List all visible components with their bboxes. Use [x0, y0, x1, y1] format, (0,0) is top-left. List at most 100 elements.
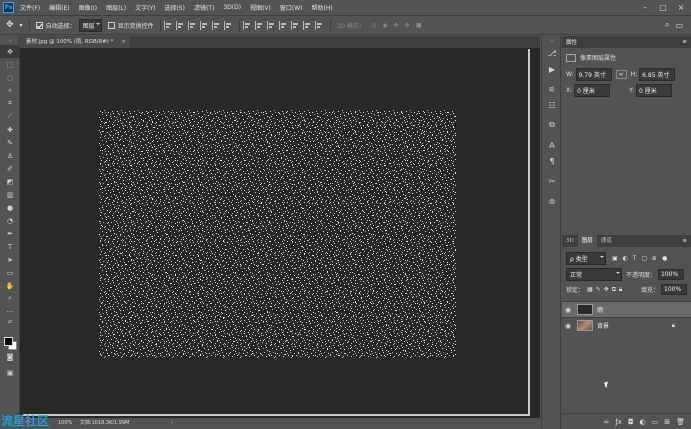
show-transform-checkbox[interactable] — [107, 21, 115, 29]
eye-icon[interactable]: ◉ — [562, 306, 574, 314]
filter-adjustment-icon[interactable]: ◐ — [623, 255, 628, 262]
distribute-left-icon[interactable] — [278, 20, 288, 30]
x-field[interactable]: 0 厘米 — [574, 84, 611, 97]
marquee-tool-icon[interactable]: ⬚ — [0, 58, 20, 71]
align-left-icon[interactable] — [199, 20, 209, 30]
panel-collapse-icon[interactable]: » — [0, 36, 20, 45]
add-mask-icon[interactable]: ◘ — [628, 418, 634, 426]
menu-layer[interactable]: 图层(L) — [106, 3, 126, 12]
link-layers-icon[interactable]: ∞ — [604, 418, 610, 426]
gradient-tool-icon[interactable]: ▥ — [0, 188, 20, 201]
layer-style-icon[interactable]: ƒx — [615, 418, 622, 426]
menu-view[interactable]: 视图(V) — [250, 3, 271, 12]
distribute-right-icon[interactable] — [302, 20, 312, 30]
distribute-vcenter-icon[interactable] — [254, 20, 264, 30]
zoom-level[interactable]: 100% — [58, 420, 72, 426]
clone-stamp-tool-icon[interactable]: ♙ — [0, 149, 20, 162]
brush-settings-icon[interactable]: ☷ — [542, 97, 562, 113]
link-dimensions-icon[interactable]: ∞ — [615, 70, 627, 79]
history-panel-icon[interactable]: ⎇ — [542, 45, 562, 61]
menu-select[interactable]: 选择(S) — [164, 3, 185, 12]
align-right-icon[interactable] — [223, 20, 233, 30]
align-vcenter-icon[interactable] — [175, 20, 185, 30]
distribute-bottom-icon[interactable] — [266, 20, 276, 30]
menu-window[interactable]: 窗口(W) — [280, 3, 303, 12]
adjustments-panel-icon[interactable]: ⚟ — [542, 81, 562, 97]
clone-source-icon[interactable]: ⧉ — [542, 117, 562, 133]
move-tool-icon[interactable]: ✥ — [6, 20, 14, 30]
new-layer-icon[interactable]: ⊞ — [664, 418, 670, 426]
search-icon[interactable]: ⌕ — [665, 20, 669, 30]
tool-presets-icon[interactable]: ✂ — [542, 173, 562, 189]
align-hcenter-icon[interactable] — [211, 20, 221, 30]
panel-menu-icon[interactable]: ≡ — [682, 39, 687, 45]
character-panel-icon[interactable]: A — [542, 137, 562, 153]
layer-kind-filter[interactable]: ρ 类型 — [566, 252, 606, 265]
auto-select-option[interactable]: 自动选择： 图层 — [35, 18, 102, 32]
tab-3d[interactable]: 3D — [562, 235, 578, 247]
show-transform-option[interactable]: 显示变换控件 — [107, 21, 154, 30]
brush-tool-icon[interactable]: ✎ — [0, 136, 20, 149]
filter-shape-icon[interactable]: ▢ — [642, 255, 648, 262]
document-tab[interactable]: 素材.jpg @ 100% (雨, RGB/8#) * × — [20, 36, 130, 48]
actions-panel-icon[interactable]: ▶ — [542, 61, 562, 77]
auto-align-icon[interactable] — [314, 20, 324, 30]
layer-name[interactable]: 雨 — [597, 305, 603, 314]
new-group-icon[interactable]: ▭ — [652, 418, 659, 426]
layer-row-background[interactable]: ◉ 背景 🔒︎ — [562, 317, 691, 333]
eyedropper-tool-icon[interactable]: ⟋ — [0, 110, 20, 123]
menu-edit[interactable]: 编辑(E) — [49, 3, 69, 12]
foreground-color-swatch[interactable] — [4, 337, 13, 346]
lock-position-icon[interactable]: ✥ — [604, 286, 609, 293]
fill-field[interactable]: 100% — [661, 284, 687, 295]
close-tab-icon[interactable]: × — [121, 36, 126, 48]
quick-mask-icon[interactable]: ◙ — [0, 350, 20, 363]
type-tool-icon[interactable]: T — [0, 240, 20, 253]
menu-type[interactable]: 文字(Y) — [135, 3, 155, 12]
auto-select-checkbox[interactable] — [35, 21, 43, 29]
more-tools-icon[interactable]: ··· — [0, 305, 20, 318]
rectangle-tool-icon[interactable]: ▭ — [0, 266, 20, 279]
blur-tool-icon[interactable]: ● — [0, 201, 20, 214]
healing-brush-tool-icon[interactable]: ✚ — [0, 123, 20, 136]
magic-wand-tool-icon[interactable]: ✧ — [0, 84, 20, 97]
history-brush-tool-icon[interactable]: ✐ — [0, 162, 20, 175]
layer-name[interactable]: 背景 — [597, 321, 609, 330]
lock-transparent-icon[interactable]: ▦ — [587, 286, 593, 293]
menu-filter[interactable]: 滤镜(T) — [194, 3, 214, 12]
lock-image-icon[interactable]: ✎ — [596, 286, 601, 293]
panel-menu-icon[interactable]: ≡ — [682, 238, 687, 244]
filter-type-icon[interactable]: T — [633, 255, 637, 262]
y-field[interactable]: 0 厘米 — [636, 84, 673, 97]
filter-pixel-icon[interactable]: ▣ — [612, 255, 618, 262]
status-menu-icon[interactable]: › — [171, 420, 173, 426]
move-tool-icon[interactable]: ✥ — [0, 45, 20, 58]
auto-select-target-select[interactable]: 图层 — [78, 18, 102, 32]
menu-help[interactable]: 帮助(H) — [312, 3, 333, 12]
eraser-tool-icon[interactable]: ◩ — [0, 175, 20, 188]
filter-smart-object-icon[interactable]: ⧈ — [652, 255, 656, 263]
distribute-top-icon[interactable] — [242, 20, 252, 30]
3d-panel-icon[interactable]: ⊚ — [542, 193, 562, 209]
swap-colors-icon[interactable]: ⇄ — [0, 318, 20, 326]
layer-row-rain[interactable]: ◉ 雨 — [562, 301, 691, 317]
width-field[interactable]: 9.79 英寸 — [575, 68, 612, 81]
document-info[interactable]: 文档:1018.3K/1.99M — [80, 420, 130, 426]
adjustment-layer-icon[interactable]: ◐ — [640, 418, 646, 426]
zoom-tool-icon[interactable]: ⌕ — [0, 292, 20, 305]
delete-layer-icon[interactable]: 🗑︎ — [676, 418, 685, 426]
pen-tool-icon[interactable]: ✒ — [0, 227, 20, 240]
close-window-icon[interactable]: × — [673, 0, 689, 15]
blend-mode-select[interactable]: 正常 — [566, 268, 622, 281]
tool-preset-dropdown[interactable]: ▾ — [20, 22, 23, 29]
lock-all-icon[interactable]: 🔒︎ — [619, 286, 622, 294]
workspace-icon[interactable]: ▭ — [675, 21, 683, 30]
lasso-tool-icon[interactable]: ◌ — [0, 71, 20, 84]
crop-tool-icon[interactable]: ⌗ — [0, 97, 20, 110]
paragraph-panel-icon[interactable]: ¶ — [542, 153, 562, 169]
tab-layers[interactable]: 图层 — [577, 235, 597, 247]
height-field[interactable]: 6.85 英寸 — [639, 68, 676, 81]
eye-icon[interactable]: ◉ — [562, 322, 574, 330]
path-selection-tool-icon[interactable]: ➤ — [0, 253, 20, 266]
align-top-icon[interactable] — [163, 20, 173, 30]
